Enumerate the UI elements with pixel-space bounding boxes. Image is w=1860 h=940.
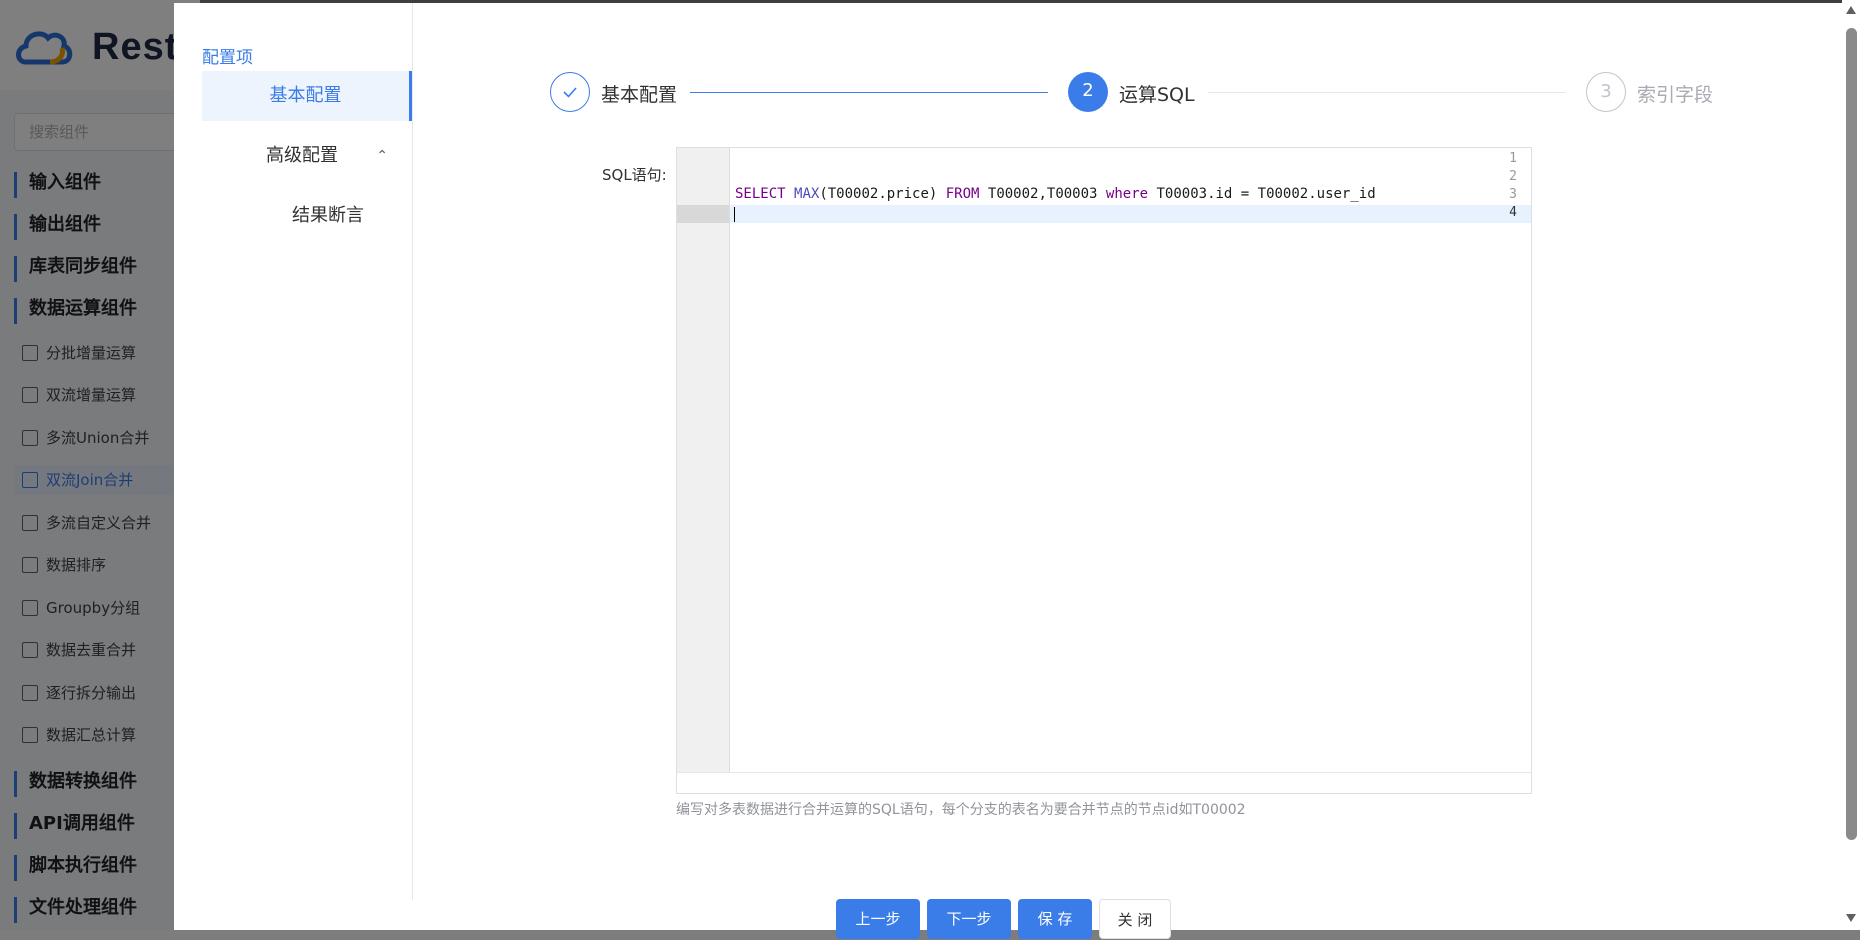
prev-step-button[interactable]: 上一步: [836, 899, 920, 939]
sidebar-item-basic-config[interactable]: 基本配置: [202, 71, 412, 121]
line-number: 1: [1509, 151, 1517, 166]
code-line: SELECT MAX(T00002.price) FROM T00002,T00…: [735, 186, 1376, 202]
current-line-highlight: [730, 205, 1531, 223]
save-button[interactable]: 保 存: [1018, 899, 1092, 939]
line-number-gutter: [677, 148, 730, 772]
step-1-label: 基本配置: [601, 84, 678, 106]
sidebar-item-result-assert[interactable]: 结果断言: [202, 191, 412, 241]
step-3-pending: 3: [1586, 72, 1626, 112]
sql-function: MAX: [794, 186, 820, 202]
line-number: 3: [1509, 187, 1517, 202]
line-number: 2: [1509, 169, 1517, 184]
sql-keyword: where: [1105, 186, 1149, 202]
sql-text: T00002,T00003: [979, 186, 1106, 202]
sql-label: SQL语句:: [602, 166, 667, 184]
scrollbar-thumb[interactable]: [1846, 28, 1857, 840]
editor-footer: [677, 772, 1531, 793]
step-3-label: 索引字段: [1637, 84, 1714, 106]
text-cursor: [734, 207, 735, 222]
check-icon: [563, 87, 577, 98]
sql-keyword: SELECT: [735, 186, 786, 202]
steps-bar: 基本配置 2 运算SQL 3 索引字段: [550, 72, 1860, 114]
sql-text: (T00002.price): [819, 186, 946, 202]
sidebar-item-advanced-config[interactable]: 高级配置 ⌃: [202, 131, 412, 181]
step-1-done: [550, 72, 590, 112]
scroll-down-icon[interactable]: [1846, 914, 1856, 922]
next-step-button[interactable]: 下一步: [927, 899, 1011, 939]
step-2-connector: [1208, 92, 1566, 93]
scroll-up-icon[interactable]: [1846, 6, 1856, 14]
scrollbar[interactable]: [1842, 0, 1860, 930]
sql-keyword: FROM: [945, 186, 980, 202]
chevron-up-icon: ⌃: [376, 148, 388, 164]
sql-editor[interactable]: 1 2 3 4 SELECT MAX(T00002.price) FROM T0…: [676, 147, 1532, 794]
step-2-label: 运算SQL: [1119, 84, 1195, 106]
config-dialog: 配置项 基本配置 高级配置 ⌃ 结果断言 基本配置 2 运算SQL 3 索引字段…: [174, 3, 1842, 939]
line-number: 4: [1509, 205, 1517, 220]
current-line-gutter-highlight: [677, 205, 729, 223]
close-button[interactable]: 关 闭: [1099, 899, 1171, 939]
step-1-connector: [690, 92, 1048, 93]
config-sidebar: 配置项 基本配置 高级配置 ⌃ 结果断言: [174, 3, 413, 900]
step-2-active: 2: [1068, 72, 1108, 112]
sql-text: T00003.id = T00002.user_id: [1148, 186, 1376, 202]
sql-hint: 编写对多表数据进行合并运算的SQL语句，每个分支的表名为要合并节点的节点id如T…: [676, 802, 1246, 818]
sidebar-title: 配置项: [202, 48, 253, 68]
